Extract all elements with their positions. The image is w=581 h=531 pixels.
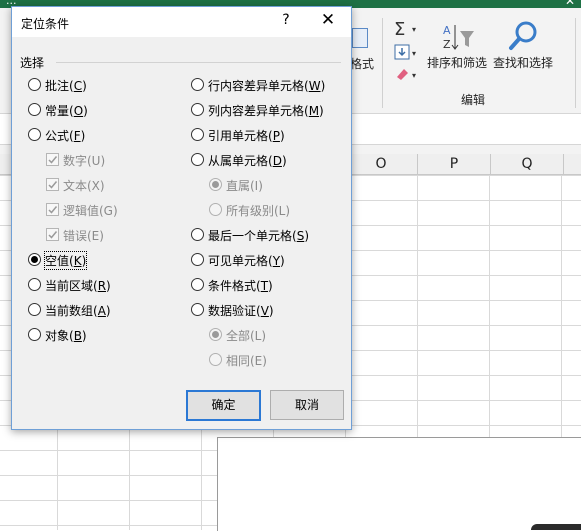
column-header-p[interactable]: P	[418, 154, 491, 174]
editing-group-label: 编辑	[461, 93, 486, 107]
radio-data-validation[interactable]	[191, 303, 204, 316]
radio-validation-all[interactable]	[209, 328, 222, 341]
radio-last-cell[interactable]	[191, 228, 204, 241]
radio-objects[interactable]	[28, 328, 41, 341]
checkbox-errors-box[interactable]	[46, 228, 59, 241]
svg-text:Z: Z	[443, 38, 451, 51]
find-select-label[interactable]: 查找和选择	[493, 54, 553, 71]
radio-row-differences[interactable]	[191, 78, 204, 91]
taskbar-corner	[531, 524, 581, 530]
format-label[interactable]: 格式	[350, 55, 374, 72]
radio-validation-same[interactable]	[209, 353, 222, 366]
selection-group: 选择 批注(C) 常量(O) 公式(F) 数字(U) 文本(X) 逻辑值(G)	[20, 54, 342, 368]
column-header-o[interactable]: O	[345, 154, 418, 174]
radio-direct-only[interactable]	[209, 178, 222, 191]
svg-text:▾: ▾	[412, 25, 416, 34]
checkbox-text-box[interactable]	[46, 178, 59, 191]
radio-current-array[interactable]	[28, 303, 41, 316]
radio-precedents[interactable]	[191, 128, 204, 141]
help-icon[interactable]: ?	[278, 12, 294, 28]
go-to-special-dialog: 定位条件 ? ✕ 选择 批注(C) 常量(O) 公式(F) 数字(U) 文本(X…	[11, 6, 352, 430]
dialog-title: 定位条件	[21, 17, 70, 31]
column-header-q[interactable]: Q	[491, 154, 564, 174]
radio-all-levels[interactable]	[209, 203, 222, 216]
ribbon-divider	[382, 18, 383, 108]
radio-dependents[interactable]	[191, 153, 204, 166]
ok-button[interactable]: 确定	[186, 390, 261, 421]
radio-current-region[interactable]	[28, 278, 41, 291]
sort-filter-icon[interactable]: A Z	[441, 22, 477, 54]
fill-icon[interactable]: ▾	[394, 43, 422, 63]
svg-text:▾: ▾	[412, 49, 416, 58]
autosum-icon[interactable]: Σ ▾	[392, 18, 422, 38]
sort-filter-label[interactable]: 排序和筛选	[427, 54, 487, 71]
radio-conditional-formats[interactable]	[191, 278, 204, 291]
format-icon[interactable]	[352, 28, 368, 48]
radio-blanks[interactable]	[28, 253, 41, 266]
checkbox-logicals-box[interactable]	[46, 203, 59, 216]
clear-icon[interactable]: ▾	[394, 65, 422, 85]
checkbox-numbers-box[interactable]	[46, 153, 59, 166]
radio-formulas[interactable]	[28, 128, 41, 141]
radio-constants[interactable]	[28, 103, 41, 116]
group-divider	[56, 62, 341, 63]
svg-text:Σ: Σ	[394, 19, 405, 38]
close-icon[interactable]: ✕	[319, 10, 337, 30]
cancel-button[interactable]: 取消	[270, 390, 344, 420]
radio-comments[interactable]	[28, 78, 41, 91]
dialog-title-bar[interactable]: 定位条件 ? ✕	[12, 7, 351, 37]
find-select-icon[interactable]	[507, 20, 539, 54]
svg-text:▾: ▾	[412, 71, 416, 80]
group-label: 选择	[20, 56, 45, 70]
svg-text:A: A	[443, 24, 451, 37]
floating-panel	[217, 437, 581, 531]
radio-column-differences[interactable]	[191, 103, 204, 116]
ribbon-divider	[575, 18, 576, 108]
excel-close-icon[interactable]: ✕	[565, 0, 575, 8]
radio-visible-cells[interactable]	[191, 253, 204, 266]
